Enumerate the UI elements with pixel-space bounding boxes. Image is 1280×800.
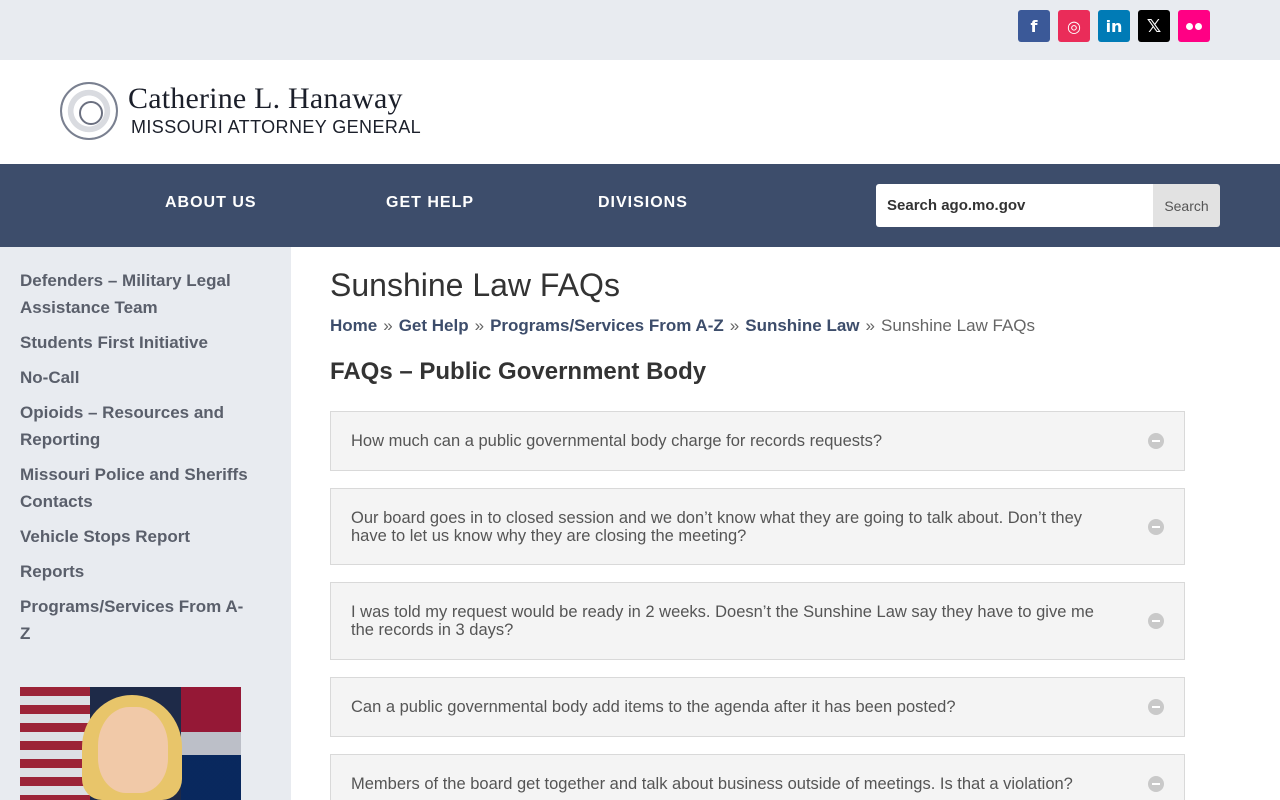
linkedin-icon[interactable]: in: [1098, 10, 1130, 42]
social-links: f ◎ in 𝕏: [1018, 10, 1210, 42]
expand-toggle-icon[interactable]: [1148, 613, 1164, 629]
missouri-flag: [181, 687, 241, 800]
sidebar-item-students-first[interactable]: Students First Initiative: [20, 329, 250, 356]
breadcrumb: Home » Get Help » Programs/Services From A-Z…: [330, 316, 1035, 336]
section-title: FAQs – Public Government Body: [330, 358, 707, 385]
nav-item-divisions[interactable]: DIVISIONS: [598, 194, 688, 212]
expand-toggle-icon[interactable]: [1148, 776, 1164, 792]
faq-toggle-item[interactable]: Can a public governmental body add items…: [330, 677, 1185, 737]
top-bar: f ◎ in 𝕏: [0, 0, 1280, 60]
breadcrumb-separator: »: [383, 316, 393, 335]
expand-toggle-icon[interactable]: [1148, 699, 1164, 715]
breadcrumb-sunshine-law[interactable]: Sunshine Law: [745, 316, 859, 335]
main-nav: ABOUT US GET HELP DIVISIONS Search: [0, 164, 1280, 247]
breadcrumb-get-help[interactable]: Get Help: [399, 316, 469, 335]
faq-question: Can a public governmental body add items…: [351, 698, 956, 716]
portrait-face: [98, 707, 168, 793]
sidebar-item-vehicle-stops[interactable]: Vehicle Stops Report: [20, 523, 250, 550]
sidebar-item-police-contacts[interactable]: Missouri Police and Sheriffs Contacts: [20, 461, 250, 515]
state-seal-logo[interactable]: [60, 82, 118, 140]
faq-question: Our board goes in to closed session and …: [351, 508, 1083, 545]
attorney-general-portrait: [20, 687, 241, 800]
logo-name[interactable]: Catherine L. Hanaway: [128, 82, 403, 116]
us-flag: [20, 687, 90, 800]
faq-toggle-item[interactable]: Our board goes in to closed session and …: [330, 488, 1185, 565]
breadcrumb-current: Sunshine Law FAQs: [881, 316, 1036, 335]
sidebar-item-opioids[interactable]: Opioids – Resources and Reporting: [20, 399, 250, 453]
sidebar-item-no-call[interactable]: No-Call: [20, 364, 250, 391]
expand-toggle-icon[interactable]: [1148, 433, 1164, 449]
breadcrumb-separator: »: [865, 316, 875, 335]
faq-question: Members of the board get together and ta…: [351, 775, 1073, 793]
site-header: Catherine L. Hanaway MISSOURI ATTORNEY G…: [0, 60, 1280, 164]
search-button[interactable]: Search: [1153, 184, 1220, 227]
faq-question: How much can a public governmental body …: [351, 432, 883, 450]
sidebar-menu: Defenders – Military Legal Assistance Te…: [20, 267, 250, 655]
faq-question: I was told my request would be ready in …: [351, 603, 1094, 639]
sidebar-item-defenders[interactable]: Defenders – Military Legal Assistance Te…: [20, 267, 250, 321]
sidebar-item-reports[interactable]: Reports: [20, 558, 250, 585]
site-search: Search: [876, 184, 1220, 227]
breadcrumb-home[interactable]: Home: [330, 316, 377, 335]
nav-item-about-us[interactable]: ABOUT US: [165, 194, 257, 212]
expand-toggle-icon[interactable]: [1148, 518, 1164, 535]
nav-item-get-help[interactable]: GET HELP: [386, 194, 474, 212]
sidebar-item-programs-services[interactable]: Programs/Services From A-Z: [20, 593, 250, 647]
breadcrumb-programs-services[interactable]: Programs/Services From A-Z: [490, 316, 724, 335]
sidebar: Defenders – Military Legal Assistance Te…: [0, 247, 291, 800]
page-title: Sunshine Law FAQs: [330, 267, 620, 303]
facebook-icon[interactable]: f: [1018, 10, 1050, 42]
faq-toggle-item[interactable]: Members of the board get together and ta…: [330, 754, 1185, 800]
breadcrumb-separator: »: [729, 316, 740, 335]
x-twitter-icon[interactable]: 𝕏: [1138, 10, 1170, 42]
logo-subtitle[interactable]: MISSOURI ATTORNEY GENERAL: [131, 117, 421, 138]
instagram-icon[interactable]: ◎: [1058, 10, 1090, 42]
search-input[interactable]: [876, 184, 1153, 227]
faq-toggle-item[interactable]: I was told my request would be ready in …: [330, 582, 1185, 660]
breadcrumb-separator: »: [474, 316, 485, 335]
flickr-icon[interactable]: [1178, 10, 1210, 42]
faq-toggle-item[interactable]: How much can a public governmental body …: [330, 411, 1185, 471]
